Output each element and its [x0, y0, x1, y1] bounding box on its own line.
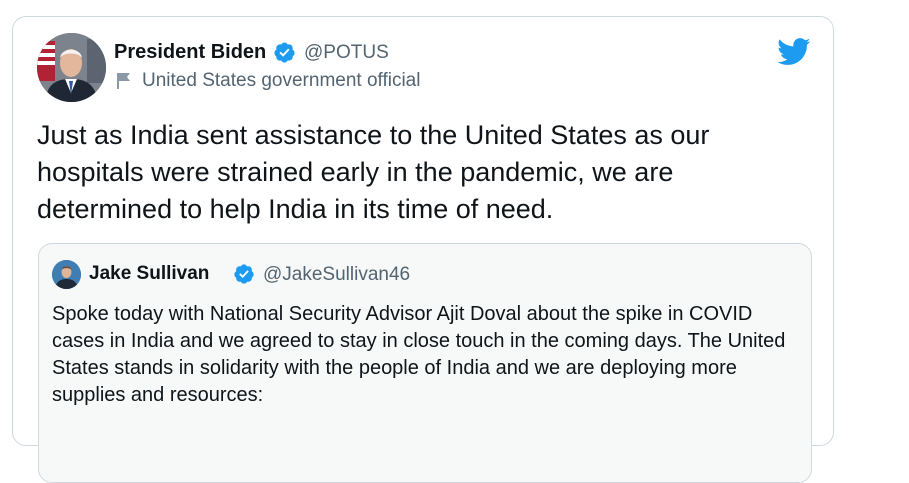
tweet-text: Just as India sent assistance to the Uni…: [37, 120, 710, 224]
quoted-author-handle[interactable]: @JakeSullivan46: [263, 264, 410, 286]
quoted-author-name[interactable]: Jake Sullivan: [89, 263, 209, 285]
quoted-tweet-text: Spoke today with National Security Advis…: [52, 303, 786, 406]
verified-badge-icon: [274, 42, 295, 63]
verified-badge-icon: [234, 264, 254, 284]
author-name[interactable]: President Biden: [114, 41, 266, 64]
tweet-card[interactable]: President Biden @POTUS United States gov…: [12, 16, 834, 483]
author-handle[interactable]: @POTUS: [304, 42, 389, 64]
twitter-bird-icon[interactable]: [777, 38, 811, 66]
flag-icon: [117, 73, 130, 89]
author-avatar[interactable]: [37, 33, 106, 102]
quoted-author-avatar[interactable]: [52, 260, 81, 289]
quoted-tweet[interactable]: Jake Sullivan @JakeSullivan46 Spoke toda…: [38, 243, 812, 483]
government-official-label: United States government official: [142, 70, 421, 91]
